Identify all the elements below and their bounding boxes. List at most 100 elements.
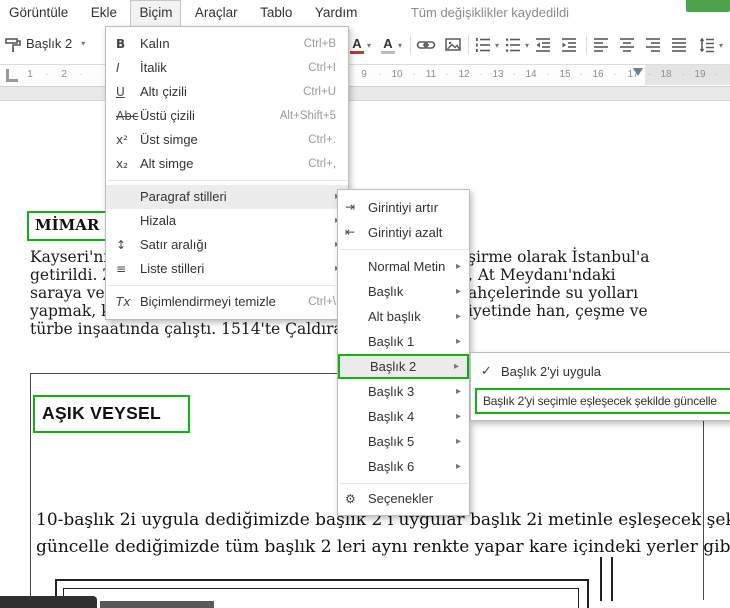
menu-item-label: Kalın xyxy=(140,36,170,51)
annotation-box-asik: AŞIK VEYSEL xyxy=(33,395,190,433)
menu-insert[interactable]: Ekle xyxy=(82,0,126,25)
menu-item-list-styles[interactable]: ≡ Liste stilleri ▸ xyxy=(106,257,348,281)
paint-format-icon[interactable] xyxy=(4,35,22,55)
menu-item-increase-indent[interactable]: ⇥ Girintiyi artır xyxy=(338,195,469,220)
menu-table[interactable]: Tablo xyxy=(251,0,301,25)
ruler-tick: · xyxy=(512,69,516,80)
ruler-mark: 18 xyxy=(660,69,672,80)
menu-item-label: Seçenekler xyxy=(368,491,434,506)
menu-item-line-spacing[interactable]: ↕ Satır aralığı ▸ xyxy=(106,233,348,257)
numbered-list-button[interactable]: ▾ xyxy=(474,35,499,55)
ruler-tick: · xyxy=(412,69,416,80)
italic-icon: I xyxy=(116,61,120,75)
menu-format[interactable]: Biçim xyxy=(130,0,182,26)
paragraph-styles-submenu: ⇥ Girintiyi artır ⇤ Girintiyi azalt Norm… xyxy=(337,189,470,516)
menu-item-heading6[interactable]: Başlık 6 ▸ xyxy=(338,454,469,479)
text-fragment: ahçelerinde su yolları xyxy=(468,284,639,302)
submenu-arrow-icon: ▸ xyxy=(455,436,461,447)
menu-item-subtitle[interactable]: Alt başlık ▸ xyxy=(338,304,469,329)
menu-item-label: Başlık 2'yi seçimle eşleşecek şekilde gü… xyxy=(483,394,717,408)
text-fragment: iyetinde han, çeşme ve xyxy=(468,302,648,320)
text-fragment: türbe inşaatında çalıştı. 1514'te Çaldır… xyxy=(30,320,358,338)
ruler-tick: · xyxy=(378,69,382,80)
share-button[interactable] xyxy=(686,0,730,12)
align-center-button[interactable] xyxy=(618,35,636,55)
ruler-mark: 15 xyxy=(559,69,571,80)
menu-item-label: Üst simge xyxy=(140,132,198,147)
menu-item-label: Başlık 6 xyxy=(368,459,415,474)
menu-item-title[interactable]: Başlık ▸ xyxy=(338,279,469,304)
menu-item-label: Başlık 1 xyxy=(368,334,415,349)
menu-item-label: Başlık 2'yi uygula xyxy=(501,364,602,379)
menu-item-heading5[interactable]: Başlık 5 ▸ xyxy=(338,429,469,454)
menu-item-label: Başlık 3 xyxy=(368,384,415,399)
ruler-tick: · xyxy=(79,69,83,80)
increase-indent-icon: ⇥ xyxy=(345,200,356,214)
menu-item-options[interactable]: ⚙ Seçenekler xyxy=(338,488,469,510)
menu-item-paragraph-styles[interactable]: Paragraf stilleri ▸ xyxy=(106,185,348,209)
menu-item-bold[interactable]: B Kalın Ctrl+B xyxy=(106,32,348,56)
left-indent-marker[interactable] xyxy=(6,69,18,82)
toolbar-separator xyxy=(410,35,411,55)
list-icon: ≡ xyxy=(116,262,127,276)
menu-item-label: Alt başlık xyxy=(368,309,421,324)
bold-icon: B xyxy=(116,37,126,51)
text-color-swatch xyxy=(350,50,364,54)
right-indent-marker[interactable] xyxy=(633,68,643,76)
menu-item-strikethrough[interactable]: Abc Üstü çizili Alt+Shift+5 xyxy=(106,104,348,128)
document-heading-asik[interactable]: AŞIK VEYSEL xyxy=(42,403,161,423)
menu-item-heading3[interactable]: Başlık 3 ▸ xyxy=(338,379,469,404)
taskbar-fragment[interactable] xyxy=(0,596,97,608)
insert-link-button[interactable] xyxy=(416,35,436,55)
text-color-button[interactable]: A ▾ xyxy=(350,35,371,55)
menu-item-align[interactable]: Hizala ▸ xyxy=(106,209,348,233)
submenu-arrow-icon: ▸ xyxy=(455,411,461,422)
menu-item-label: İtalik xyxy=(140,60,167,75)
menu-item-subscript[interactable]: x₂ Alt simge Ctrl+, xyxy=(106,152,348,176)
menu-item-decrease-indent[interactable]: ⇤ Girintiyi azalt xyxy=(338,220,469,245)
increase-indent-button[interactable] xyxy=(560,35,578,55)
menu-item-underline[interactable]: U Altı çizili Ctrl+U xyxy=(106,80,348,104)
align-left-button[interactable] xyxy=(592,35,610,55)
menu-item-heading2[interactable]: Başlık 2 ▸ xyxy=(338,354,469,379)
document-heading-mimar[interactable]: MİMAR S xyxy=(35,216,115,234)
menu-item-label: Hizala xyxy=(140,213,177,228)
submenu-arrow-icon: ▸ xyxy=(455,286,461,297)
menu-view[interactable]: Görüntüle xyxy=(0,0,77,25)
ruler-mark: 12 xyxy=(458,69,470,80)
justify-button[interactable] xyxy=(670,35,688,55)
menu-item-heading1[interactable]: Başlık 1 ▸ xyxy=(338,329,469,354)
ruler-tick: · xyxy=(681,69,685,80)
menu-item-italic[interactable]: I İtalik Ctrl+I xyxy=(106,56,348,80)
taskbar-fragment[interactable] xyxy=(100,601,214,608)
insert-image-button[interactable] xyxy=(444,35,462,55)
menu-separator xyxy=(107,285,347,286)
ruler-tick: · xyxy=(613,69,617,80)
menu-item-update-heading2[interactable]: Başlık 2'yi seçimle eşleşecek şekilde gü… xyxy=(475,388,730,414)
text-fragment: , At Meydanı'ndaki xyxy=(468,266,616,284)
menubar: Görüntüle Ekle Biçim Araçlar Tablo Yardı… xyxy=(0,0,730,26)
styles-dropdown[interactable]: Başlık 2 ▾ xyxy=(26,36,85,51)
align-right-button[interactable] xyxy=(644,35,662,55)
menu-item-apply-heading2[interactable]: ✓ Başlık 2'yi uygula xyxy=(471,357,730,386)
decrease-indent-icon: ⇤ xyxy=(345,225,356,239)
menu-help[interactable]: Yardım xyxy=(306,0,367,25)
menu-tools[interactable]: Araçlar xyxy=(186,0,247,25)
menu-item-superscript[interactable]: x² Üst simge Ctrl+. xyxy=(106,128,348,152)
highlight-color-button[interactable]: A ▾ xyxy=(381,35,402,55)
menu-shortcut: Ctrl+U xyxy=(303,86,336,98)
submenu-arrow-icon: ▸ xyxy=(455,461,461,472)
text-line[interactable]: güncelle dediğimizde tüm başlık 2 leri a… xyxy=(36,534,730,561)
menu-item-normal-text[interactable]: Normal Metin ▸ xyxy=(338,254,469,279)
menu-item-clear-formatting[interactable]: Tx Biçimlendirmeyi temizle Ctrl+\ xyxy=(106,290,348,314)
decrease-indent-button[interactable] xyxy=(534,35,552,55)
ruler-mark: 14 xyxy=(525,69,537,80)
menu-item-heading4[interactable]: Başlık 4 ▸ xyxy=(338,404,469,429)
submenu-arrow-icon: ▸ xyxy=(455,311,461,322)
ruler-tick: · xyxy=(45,69,49,80)
bulleted-list-button[interactable]: ▾ xyxy=(504,35,529,55)
ruler-tick: · xyxy=(714,69,718,80)
menu-item-label: Normal Metin xyxy=(368,259,446,274)
line-spacing-button[interactable]: ▾ xyxy=(698,35,723,55)
ruler-mark: 11 xyxy=(425,69,437,80)
